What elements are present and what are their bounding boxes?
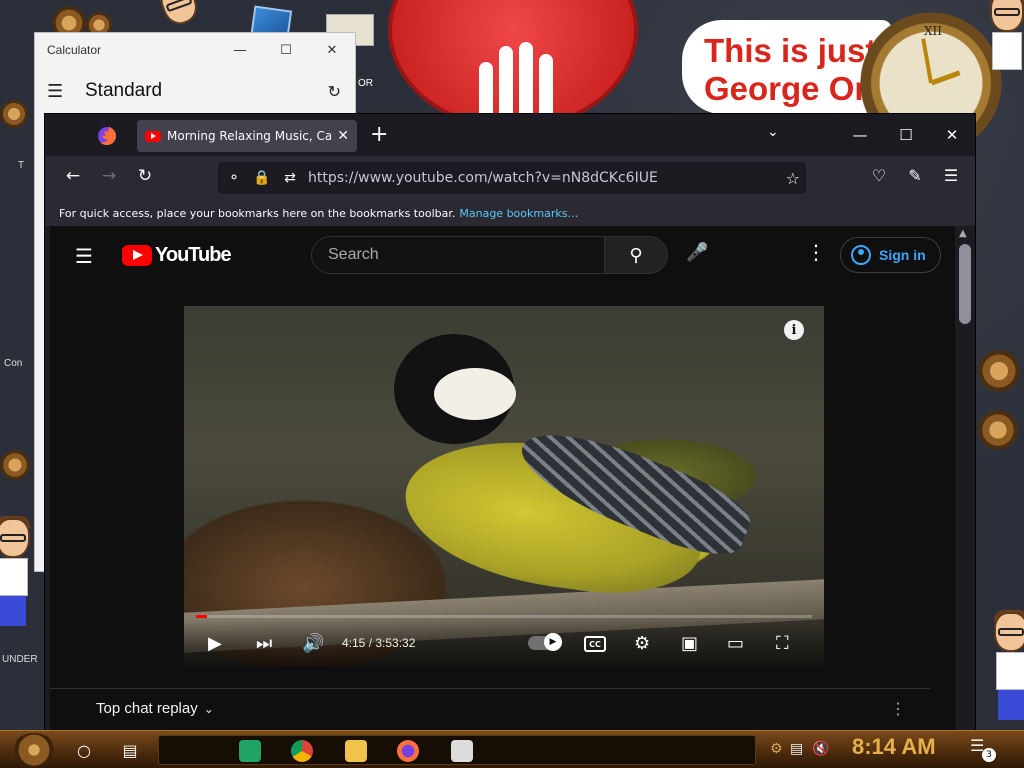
- history-icon[interactable]: ↻: [328, 82, 341, 101]
- settings-gear-icon[interactable]: ⚙: [634, 633, 650, 654]
- maximize-icon[interactable]: ☐: [263, 33, 309, 67]
- maximize-icon[interactable]: ☐: [883, 114, 929, 156]
- youtube-favicon-icon: [145, 130, 161, 142]
- chat-replay-bar[interactable]: Top chat replay ⌄ ⋮: [50, 688, 930, 728]
- extensions-icon[interactable]: ✎: [903, 166, 927, 185]
- minimize-icon[interactable]: —: [837, 114, 883, 156]
- forward-arrow-icon[interactable]: →: [97, 166, 121, 186]
- more-options-icon[interactable]: ⋮: [806, 240, 826, 264]
- clock-numeral: XII: [924, 24, 943, 38]
- back-arrow-icon[interactable]: ←: [61, 166, 85, 186]
- chrome-icon[interactable]: [291, 740, 313, 762]
- desktop-label: T: [18, 160, 25, 171]
- taskbar-clock[interactable]: 8:14 AM: [852, 734, 936, 760]
- gear-icon[interactable]: ⚙: [770, 741, 783, 757]
- calculator-icon[interactable]: [451, 740, 473, 762]
- info-icon[interactable]: i: [784, 320, 804, 340]
- sheets-app-icon[interactable]: [239, 740, 261, 762]
- page-scrollbar[interactable]: ▲: [955, 226, 975, 732]
- bookmarks-toolbar: For quick access, place your bookmarks h…: [45, 200, 975, 226]
- lock-icon[interactable]: 🔒: [248, 170, 276, 186]
- reload-icon[interactable]: ↻: [133, 166, 157, 186]
- taskbar-apps: [158, 735, 756, 765]
- next-icon[interactable]: ⏭: [256, 633, 272, 654]
- video-progress-bar[interactable]: [196, 615, 812, 618]
- gear-decoration: [978, 350, 1020, 392]
- volume-muted-icon[interactable]: 🔇: [812, 741, 829, 757]
- start-button[interactable]: [12, 733, 56, 767]
- fullscreen-icon[interactable]: ⛶: [776, 633, 789, 654]
- network-icon[interactable]: ▤: [790, 741, 803, 757]
- video-controls: ▶ ⏭ 🔊 4:15 / 3:53:32 CC ⚙ ▣ ▭ ⛶: [184, 620, 824, 666]
- new-tab-icon[interactable]: +: [370, 122, 388, 148]
- gear-decoration: [0, 450, 30, 480]
- tab-title: Morning Relaxing Music, Calm: [167, 129, 332, 143]
- microphone-icon[interactable]: 🎤: [686, 242, 708, 263]
- task-view-icon[interactable]: ▤: [118, 738, 142, 762]
- youtube-page: ☰ YouTube Search ⚲ 🎤 ⋮ Sign in i ▶ ⏭ 🔊 4…: [50, 226, 957, 732]
- firefox-icon[interactable]: [97, 126, 117, 146]
- url-bar[interactable]: ⚬ 🔒 ⇄ https://www.youtube.com/watch?v=nN…: [218, 162, 806, 194]
- permissions-icon[interactable]: ⇄: [276, 170, 304, 186]
- menu-icon[interactable]: ☰: [939, 166, 963, 185]
- search-input[interactable]: Search: [311, 236, 605, 274]
- gear-decoration: [0, 100, 28, 128]
- scroll-up-icon[interactable]: ▲: [959, 228, 967, 239]
- captions-button[interactable]: CC: [584, 636, 606, 652]
- desktop-label: Con: [4, 358, 23, 369]
- search-icon[interactable]: ⚲: [604, 236, 668, 274]
- more-options-icon[interactable]: ⋮: [890, 699, 906, 719]
- video-frame-bird-cheek: [434, 368, 516, 420]
- miniplayer-icon[interactable]: ▣: [681, 633, 698, 654]
- cortana-icon[interactable]: ○: [72, 738, 96, 762]
- tab-bar: Morning Relaxing Music, Calm ✕ + ⌄ — ☐ ✕: [45, 114, 975, 156]
- clock-hand: [930, 70, 961, 86]
- navigation-toolbar: ← → ↻ ⚬ 🔒 ⇄ https://www.youtube.com/watc…: [45, 156, 975, 200]
- volume-icon[interactable]: 🔊: [302, 633, 324, 654]
- meme-text-line: This is just: [704, 32, 877, 69]
- video-player[interactable]: i ▶ ⏭ 🔊 4:15 / 3:53:32 CC ⚙ ▣ ▭ ⛶: [184, 306, 824, 666]
- close-tab-icon[interactable]: ✕: [337, 128, 349, 144]
- bookmark-star-icon[interactable]: ☆: [786, 169, 800, 188]
- chevron-down-icon[interactable]: ⌄: [767, 124, 779, 140]
- minimize-icon[interactable]: —: [217, 33, 263, 67]
- chat-replay-label[interactable]: Top chat replay: [96, 700, 198, 717]
- shield-icon[interactable]: ⚬: [220, 170, 248, 186]
- close-icon[interactable]: ✕: [929, 114, 975, 156]
- youtube-logo[interactable]: YouTube: [122, 244, 232, 267]
- sign-in-label: Sign in: [879, 247, 926, 263]
- firefox-window[interactable]: Morning Relaxing Music, Calm ✕ + ⌄ — ☐ ✕…: [44, 113, 976, 732]
- cartoon-figure: [0, 516, 36, 628]
- cartoon-figure: [988, 610, 1024, 722]
- video-time: 4:15 / 3:53:32: [342, 636, 416, 650]
- cartoon-figure: [984, 0, 1024, 102]
- manage-bookmarks-link[interactable]: Manage bookmarks…: [459, 207, 578, 220]
- notification-count: 3: [982, 748, 996, 762]
- calculator-mode-label: Standard: [85, 80, 163, 101]
- tab-youtube[interactable]: Morning Relaxing Music, Calm ✕: [137, 120, 357, 152]
- file-explorer-icon[interactable]: [345, 740, 367, 762]
- gear-decoration: [978, 410, 1018, 450]
- sign-in-button[interactable]: Sign in: [840, 237, 941, 273]
- scroll-thumb[interactable]: [959, 244, 971, 324]
- youtube-play-icon: [122, 245, 152, 266]
- url-text[interactable]: https://www.youtube.com/watch?v=nN8dCKc6…: [308, 170, 658, 186]
- desktop-label: UNDER: [2, 654, 38, 665]
- desktop-label: OR: [358, 78, 373, 89]
- account-icon: [851, 245, 871, 265]
- close-icon[interactable]: ✕: [309, 33, 355, 67]
- bookmarks-hint: For quick access, place your bookmarks h…: [59, 206, 456, 220]
- youtube-wordmark: YouTube: [155, 244, 232, 266]
- firefox-icon[interactable]: [397, 740, 419, 762]
- chevron-down-icon[interactable]: ⌄: [204, 702, 214, 716]
- hamburger-menu-icon[interactable]: ☰: [47, 81, 85, 102]
- video-progress-fill: [196, 615, 208, 618]
- pocket-icon[interactable]: ♡: [867, 166, 891, 185]
- theater-mode-icon[interactable]: ▭: [727, 633, 744, 654]
- autoplay-toggle[interactable]: [528, 633, 562, 651]
- play-icon[interactable]: ▶: [208, 633, 222, 654]
- clock-hand: [921, 38, 933, 84]
- hamburger-menu-icon[interactable]: ☰: [75, 244, 93, 268]
